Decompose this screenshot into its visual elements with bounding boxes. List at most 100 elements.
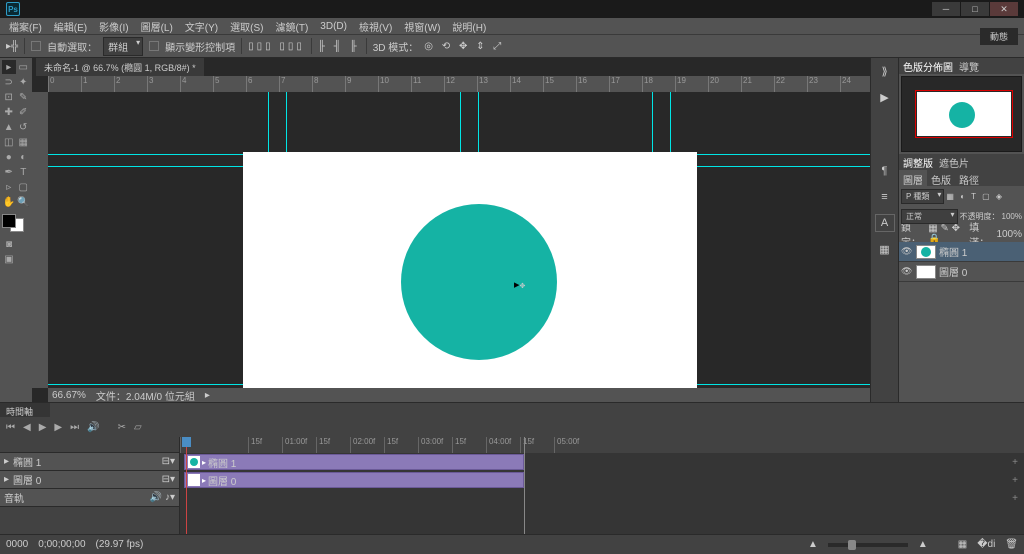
auto-select-dropdown[interactable]: 群組 (103, 37, 143, 56)
timeline-tab[interactable]: 時間軸 (0, 403, 50, 417)
expand-icon[interactable]: ▸ (4, 456, 9, 467)
blur-tool[interactable]: ● (2, 150, 16, 164)
document-tab[interactable]: 未命名-1 @ 66.7% (橢圓 1, RGB/8#) * (36, 58, 204, 76)
timeline-ruler[interactable]: 15f01:00f15f02:00f15f03:00f15f04:00f15f0… (180, 437, 1024, 453)
tab-layers[interactable]: 圖層 (899, 170, 927, 186)
render-button[interactable]: �di (977, 539, 995, 550)
color-swatch[interactable] (2, 214, 24, 232)
move-tool[interactable]: ▸ (2, 60, 16, 74)
menu-select[interactable]: 選取(S) (225, 19, 268, 34)
dock-paragraph-icon[interactable]: ¶ (875, 162, 895, 180)
filter-icons[interactable]: ▦ ◐ T ▢ ◈ (946, 192, 1004, 201)
transition-button[interactable]: ▱ (134, 422, 142, 433)
menu-help[interactable]: 說明(H) (447, 19, 491, 34)
visibility-icon[interactable]: 👁 (901, 246, 913, 257)
navigator-frame[interactable] (915, 90, 1013, 138)
quickmask-toggle[interactable]: ◙ (2, 237, 16, 251)
layer-name[interactable]: 圖層 0 (939, 264, 967, 279)
ruler-horizontal[interactable]: 0123456789101112131415161718192021222324… (48, 76, 870, 92)
add-clip-button[interactable]: + (1012, 457, 1018, 468)
zoom-level[interactable]: 66.67% (52, 390, 86, 401)
layer-thumb[interactable] (916, 245, 936, 259)
wand-tool[interactable]: ✦ (17, 75, 31, 89)
zoom-tool[interactable]: 🔍 (17, 195, 31, 209)
add-audio-button[interactable]: + (1012, 493, 1018, 504)
menu-3d[interactable]: 3D(D) (315, 21, 352, 32)
frame-position[interactable]: 0000 (6, 539, 28, 550)
healing-tool[interactable]: ✚ (2, 105, 16, 119)
track-name[interactable]: 橢圓 1 (13, 454, 41, 469)
canvas-viewport[interactable]: ▸✥ (48, 92, 870, 388)
tab-paths[interactable]: 路徑 (955, 170, 983, 186)
navigator-panel[interactable] (901, 76, 1022, 152)
layer-kind-filter[interactable]: P 種類 (901, 189, 944, 204)
menu-file[interactable]: 檔案(F) (4, 19, 47, 34)
expand-icon[interactable]: ▸ (4, 474, 9, 485)
adjust-tab[interactable]: 調整版 (903, 155, 933, 170)
brush-tool[interactable]: ✐ (17, 105, 31, 119)
track-header[interactable]: ▸ 橢圓 1 ⊟▾ (0, 453, 179, 471)
audio-mute-icon[interactable]: 🔊 ♪▾ (150, 492, 175, 503)
minimize-button[interactable]: ─ (932, 2, 960, 16)
mute-button[interactable]: 🔊 (87, 422, 99, 433)
mask-tab[interactable]: 遮色片 (939, 155, 969, 170)
type-tool[interactable]: T (17, 165, 31, 179)
audio-track-header[interactable]: 音軌 🔊 ♪▾ (0, 489, 179, 507)
hand-tool[interactable]: ✋ (2, 195, 16, 209)
menu-window[interactable]: 視窗(W) (399, 19, 445, 34)
nav-tab-navigator[interactable]: 導覽 (959, 59, 979, 74)
close-button[interactable]: ✕ (990, 2, 1018, 16)
first-frame-button[interactable]: ⏮ (6, 422, 15, 433)
visibility-icon[interactable]: 👁 (901, 266, 913, 277)
playhead[interactable] (186, 437, 187, 534)
layer-row[interactable]: 👁 圖層 0 (899, 262, 1024, 282)
gradient-tool[interactable]: ▦ (17, 135, 31, 149)
opacity-value[interactable]: 100% (1002, 212, 1022, 221)
timeline-zoom-slider[interactable] (828, 543, 908, 547)
convert-frames-button[interactable]: ▦ (958, 539, 967, 550)
layer-thumb[interactable] (916, 265, 936, 279)
menu-edit[interactable]: 編輯(E) (49, 19, 92, 34)
dock-swatch-icon[interactable]: ▦ (875, 240, 895, 258)
zoom-out-icon[interactable]: ▲ (808, 539, 818, 550)
lasso-tool[interactable]: ⊃ (2, 75, 16, 89)
ruler-vertical[interactable] (32, 92, 48, 388)
dock-toggle-icon[interactable]: ⟫ (875, 62, 895, 80)
dodge-tool[interactable]: ◐ (17, 150, 31, 164)
play-button[interactable]: ▶ (39, 422, 47, 433)
layer-row[interactable]: 👁 橢圓 1 (899, 242, 1024, 262)
layer-name[interactable]: 橢圓 1 (939, 244, 967, 259)
timeline-clip[interactable]: ▸ 圖層 0 (184, 472, 524, 488)
split-button[interactable]: ✂ (118, 422, 126, 433)
track-fx-icon[interactable]: ⊟▾ (162, 474, 175, 485)
maximize-button[interactable]: □ (961, 2, 989, 16)
menu-type[interactable]: 文字(Y) (180, 19, 223, 34)
dock-type-icon[interactable]: A (875, 214, 895, 232)
fps-label[interactable]: (29.97 fps) (96, 539, 144, 550)
status-arrow-icon[interactable]: ▸ (205, 390, 210, 401)
timeline-track-area[interactable]: 15f01:00f15f02:00f15f03:00f15f04:00f15f0… (180, 437, 1024, 534)
menu-image[interactable]: 影像(I) (94, 19, 133, 34)
blend-mode-dropdown[interactable]: 正常 (901, 209, 958, 224)
ellipse-shape[interactable] (401, 204, 557, 360)
prev-frame-button[interactable]: ◀ (23, 422, 31, 433)
dock-play-icon[interactable]: ▶ (875, 88, 895, 106)
track-name[interactable]: 圖層 0 (13, 472, 41, 487)
marquee-tool[interactable]: ▭ (17, 60, 31, 74)
eyedropper-tool[interactable]: ✎ (17, 90, 31, 104)
eraser-tool[interactable]: ◫ (2, 135, 16, 149)
menu-layer[interactable]: 圖層(L) (136, 19, 178, 34)
work-area-end[interactable] (524, 437, 525, 534)
track-header[interactable]: ▸ 圖層 0 ⊟▾ (0, 471, 179, 489)
zoom-in-icon[interactable]: ▲ (918, 539, 928, 550)
path-tool[interactable]: ▹ (2, 180, 16, 194)
crop-tool[interactable]: ⊡ (2, 90, 16, 104)
history-brush-tool[interactable]: ↺ (17, 120, 31, 134)
pen-tool[interactable]: ✒ (2, 165, 16, 179)
screenmode-toggle[interactable]: ▣ (2, 252, 16, 266)
menu-view[interactable]: 檢視(V) (354, 19, 397, 34)
auto-select-checkbox[interactable] (31, 41, 41, 51)
timecode[interactable]: 0;00;00;00 (38, 539, 85, 550)
doc-info[interactable]: 文件：2.04M/0 位元組 (96, 388, 195, 403)
last-frame-button[interactable]: ⏭ (70, 422, 79, 433)
